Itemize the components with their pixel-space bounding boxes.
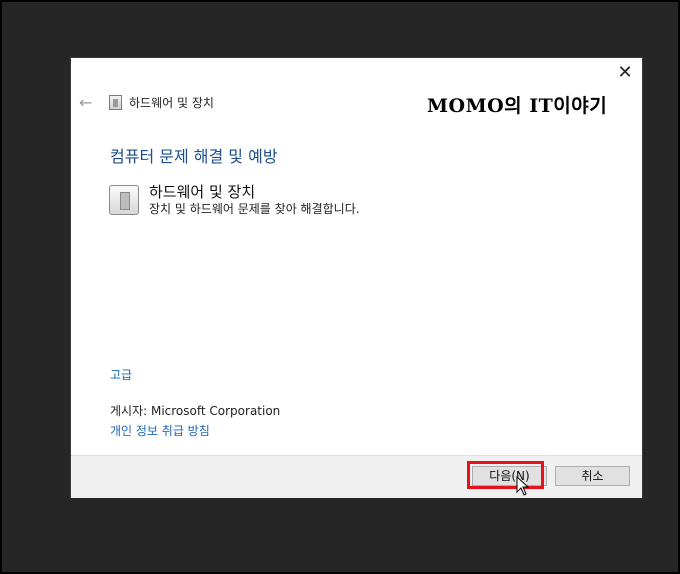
- hardware-icon: [109, 185, 139, 215]
- cancel-button[interactable]: 취소: [555, 466, 630, 486]
- mouse-cursor-icon: [516, 476, 530, 496]
- privacy-policy-link[interactable]: 개인 정보 취급 방침: [110, 422, 210, 439]
- publisher-text: 게시자: Microsoft Corporation: [110, 404, 281, 418]
- item-title: 하드웨어 및 장치: [149, 183, 256, 201]
- window-title: 하드웨어 및 장치: [129, 95, 214, 110]
- item-description: 장치 및 하드웨어 문제를 찾아 해결합니다.: [149, 202, 360, 216]
- hardware-icon: [109, 94, 122, 110]
- section-title: 컴퓨터 문제 해결 및 예방: [110, 147, 278, 166]
- dialog-footer: 다음(N) 취소: [71, 455, 642, 498]
- troubleshooter-item: 하드웨어 및 장치 장치 및 하드웨어 문제를 찾아 해결합니다.: [109, 183, 360, 217]
- close-icon[interactable]: ✕: [614, 62, 636, 84]
- troubleshooter-dialog: ✕ ← 하드웨어 및 장치 MOMO의 IT이야기 컴퓨터 문제 해결 및 예방…: [71, 58, 642, 498]
- back-arrow-icon[interactable]: ←: [79, 93, 95, 112]
- advanced-link[interactable]: 고급: [110, 366, 132, 383]
- title-bar: ← 하드웨어 및 장치: [79, 92, 214, 112]
- watermark-text: MOMO의 IT이야기: [427, 95, 608, 117]
- highlight-box: [467, 461, 544, 489]
- screenshot-frame: ✕ ← 하드웨어 및 장치 MOMO의 IT이야기 컴퓨터 문제 해결 및 예방…: [0, 0, 680, 574]
